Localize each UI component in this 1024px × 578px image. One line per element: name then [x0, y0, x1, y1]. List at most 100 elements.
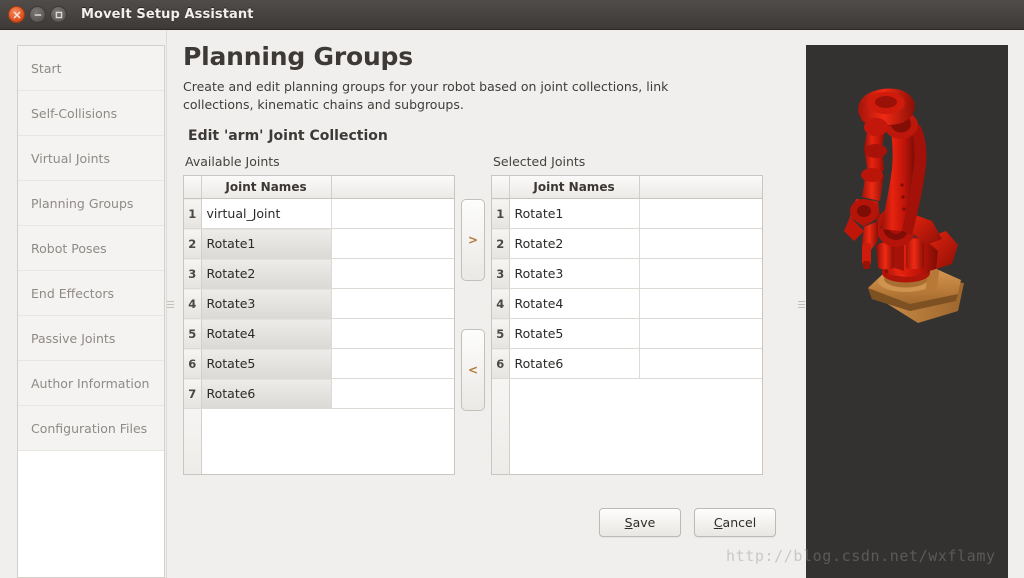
joint-name-cell[interactable]: Rotate2 [509, 228, 640, 259]
dialog-buttons: Save Cancel [599, 508, 776, 537]
row-number-strip [184, 409, 202, 474]
row-filler-cell [331, 288, 454, 319]
sidebar-item-start[interactable]: Start [18, 46, 164, 91]
sidebar-item-planning-groups[interactable]: Planning Groups [18, 181, 164, 226]
joint-name-cell[interactable]: virtual_Joint [201, 198, 332, 229]
joint-name-cell[interactable]: Rotate6 [509, 348, 640, 379]
remove-joint-button[interactable]: < [461, 328, 485, 411]
joint-name-cell[interactable]: Rotate1 [509, 198, 640, 229]
selected-joints-table[interactable]: Joint Names 1 Rotate1 2 Rotate2 3 Rotate… [491, 174, 763, 475]
row-filler-cell [331, 198, 454, 229]
row-number: 6 [492, 348, 510, 379]
robot-3d-viewport[interactable] [806, 45, 1008, 578]
table-row[interactable]: 6 Rotate6 [492, 348, 762, 379]
window-body: Start Self-Collisions Virtual Joints Pla… [0, 30, 1024, 578]
joint-name-cell[interactable]: Rotate2 [201, 258, 332, 289]
sidebar-container: Start Self-Collisions Virtual Joints Pla… [0, 30, 165, 578]
row-number: 4 [184, 288, 202, 319]
available-joints-body: 1 virtual_Joint 2 Rotate1 3 Rotate2 4 Ro… [184, 198, 454, 409]
navigation-sidebar: Start Self-Collisions Virtual Joints Pla… [17, 45, 165, 578]
sidebar-item-virtual-joints[interactable]: Virtual Joints [18, 136, 164, 181]
row-filler-cell [331, 258, 454, 289]
row-number: 1 [492, 198, 510, 229]
joint-name-cell[interactable]: Rotate1 [201, 228, 332, 259]
save-mnemonic: S [624, 515, 633, 530]
sidebar-item-robot-poses[interactable]: Robot Poses [18, 226, 164, 271]
table-row[interactable]: 7 Rotate6 [184, 378, 454, 409]
joint-name-cell[interactable]: Rotate5 [509, 318, 640, 349]
row-number: 2 [184, 228, 202, 259]
sidebar-item-configuration-files[interactable]: Configuration Files [18, 406, 164, 451]
joint-name-cell[interactable]: Rotate3 [201, 288, 332, 319]
transfer-buttons: > < [455, 154, 491, 411]
save-label-rest: ave [632, 515, 656, 530]
available-joint-names-header: Joint Names [201, 175, 332, 199]
row-number-strip [492, 379, 510, 474]
joint-transfer-columns: Available Joints Joint Names 1 virtual_J… [183, 154, 796, 475]
selected-joint-names-header: Joint Names [509, 175, 640, 199]
table-row[interactable]: 6 Rotate5 [184, 348, 454, 379]
window-controls [8, 6, 67, 23]
available-joints-table[interactable]: Joint Names 1 virtual_Joint 2 Rotate1 3 … [183, 174, 455, 475]
cancel-button[interactable]: Cancel [694, 508, 776, 537]
table-row[interactable]: 4 Rotate4 [492, 288, 762, 319]
sidebar-item-end-effectors[interactable]: End Effectors [18, 271, 164, 316]
available-table-empty-space [184, 409, 454, 474]
row-filler-cell [331, 318, 454, 349]
row-number: 1 [184, 198, 202, 229]
row-filler-cell [639, 228, 762, 259]
row-filler-cell [331, 348, 454, 379]
row-number: 5 [492, 318, 510, 349]
row-filler-cell [331, 378, 454, 409]
joint-name-cell[interactable]: Rotate5 [201, 348, 332, 379]
maximize-icon[interactable] [50, 6, 67, 23]
row-number: 6 [184, 348, 202, 379]
page-title: Planning Groups [183, 42, 413, 71]
row-number: 3 [184, 258, 202, 289]
section-title: Edit 'arm' Joint Collection [188, 127, 388, 144]
sidebar-item-author-information[interactable]: Author Information [18, 361, 164, 406]
row-filler-cell [639, 258, 762, 289]
window-title: MoveIt Setup Assistant [81, 7, 254, 22]
available-corner-header [184, 175, 202, 199]
table-row[interactable]: 2 Rotate1 [184, 228, 454, 259]
row-filler-cell [639, 198, 762, 229]
close-icon[interactable] [8, 6, 25, 23]
sidebar-splitter[interactable] [165, 30, 175, 578]
splitter-grip-icon [797, 300, 805, 308]
sidebar-empty-area [18, 451, 164, 577]
table-row[interactable]: 2 Rotate2 [492, 228, 762, 259]
table-row[interactable]: 1 virtual_Joint [184, 198, 454, 229]
joint-name-cell[interactable]: Rotate4 [509, 288, 640, 319]
selected-joints-column: Selected Joints Joint Names 1 Rotate1 2 … [491, 154, 763, 475]
table-row[interactable]: 3 Rotate2 [184, 258, 454, 289]
selected-joints-label: Selected Joints [493, 153, 586, 169]
row-filler-cell [331, 228, 454, 259]
selected-corner-header [492, 175, 510, 199]
page-description: Create and edit planning groups for your… [183, 79, 669, 112]
table-row[interactable]: 4 Rotate3 [184, 288, 454, 319]
save-button[interactable]: Save [599, 508, 681, 537]
sidebar-item-passive-joints[interactable]: Passive Joints [18, 316, 164, 361]
view-splitter[interactable] [796, 30, 806, 578]
joint-name-cell[interactable]: Rotate4 [201, 318, 332, 349]
minimize-icon[interactable] [29, 6, 46, 23]
table-row[interactable]: 5 Rotate4 [184, 318, 454, 349]
available-filler-header [331, 175, 454, 199]
table-row[interactable]: 3 Rotate3 [492, 258, 762, 289]
selected-filler-header [639, 175, 762, 199]
row-number: 5 [184, 318, 202, 349]
add-joint-button[interactable]: > [461, 198, 485, 281]
splitter-grip-icon [166, 300, 174, 308]
row-number: 7 [184, 378, 202, 409]
table-row[interactable]: 1 Rotate1 [492, 198, 762, 229]
main-panel: Planning Groups Create and edit planning… [175, 30, 796, 578]
table-row[interactable]: 5 Rotate5 [492, 318, 762, 349]
robot-view-container [806, 30, 1024, 578]
available-joints-column: Available Joints Joint Names 1 virtual_J… [183, 154, 455, 475]
row-filler-cell [639, 348, 762, 379]
sidebar-item-self-collisions[interactable]: Self-Collisions [18, 91, 164, 136]
cancel-label-rest: ancel [722, 515, 757, 530]
joint-name-cell[interactable]: Rotate3 [509, 258, 640, 289]
joint-name-cell[interactable]: Rotate6 [201, 378, 332, 409]
